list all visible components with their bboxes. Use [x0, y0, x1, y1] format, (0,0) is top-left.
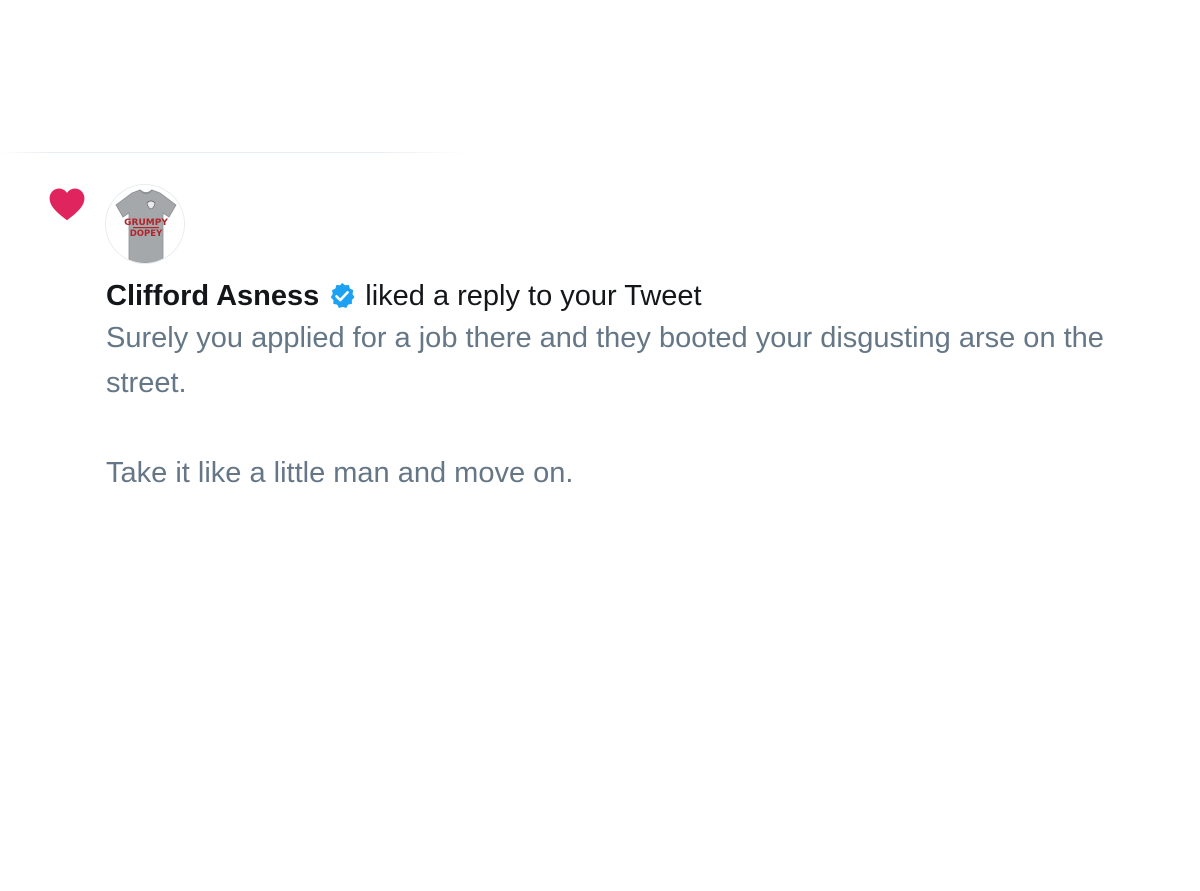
heart-icon	[49, 188, 85, 221]
verified-badge-icon	[331, 282, 355, 308]
user-name-link[interactable]: Clifford Asness	[106, 276, 319, 316]
action-text: liked a reply to your Tweet	[365, 280, 702, 312]
notification-headline: Clifford Asness liked a reply to your Tw…	[106, 276, 702, 316]
notifications-page: GRUMPY DOPEY Clifford Asness liked a rep…	[0, 0, 1200, 891]
t-shirt-avatar: GRUMPY DOPEY	[106, 185, 184, 263]
avatar[interactable]: GRUMPY DOPEY	[105, 184, 185, 264]
tweet-text[interactable]: Surely you applied for a job there and t…	[106, 316, 1176, 496]
avatar-shirt-text-1: GRUMPY	[124, 218, 168, 228]
avatar-shirt-text-2: DOPEY	[130, 229, 163, 239]
divider	[0, 152, 470, 153]
